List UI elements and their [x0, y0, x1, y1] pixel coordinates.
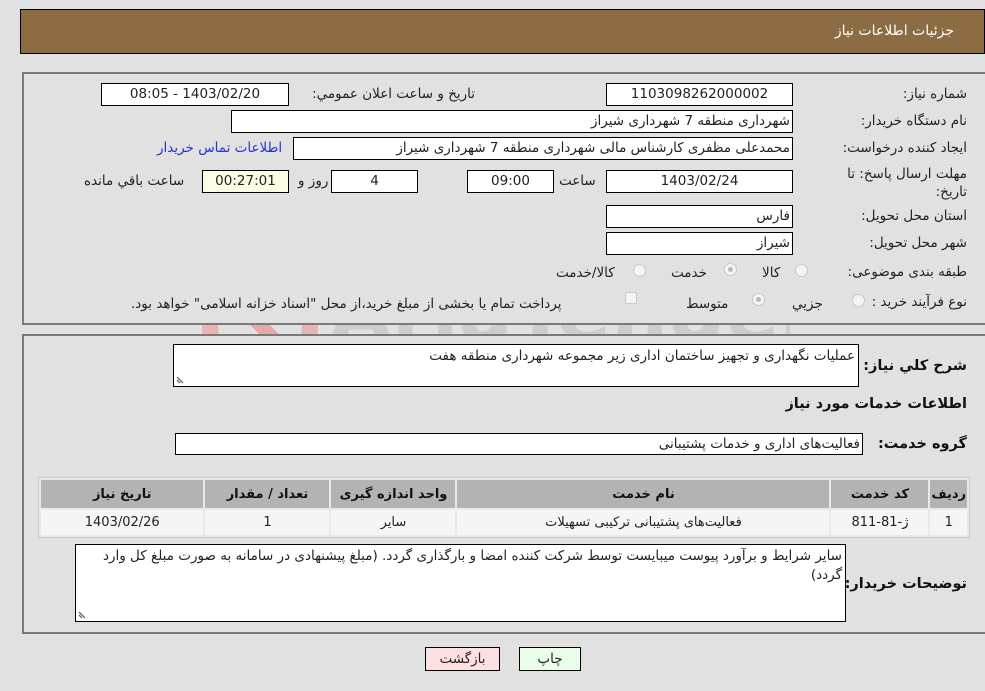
buyer-notes-label: توضیحات خریدار: — [844, 576, 967, 592]
cell-service-code: ژ-81-811 — [831, 510, 929, 535]
deadline-time-label: ساعت — [559, 173, 596, 189]
category-radio-service[interactable] — [724, 263, 737, 276]
city-label: شهر محل تحویل: — [869, 235, 967, 251]
col-header-service-code: کد خدمت — [831, 480, 929, 508]
service-group-field: فعالیت‌های اداری و خدمات پشتیبانی — [175, 433, 863, 455]
category-option-service: خدمت — [671, 265, 707, 281]
deadline-date-field: 1403/02/24 — [606, 170, 793, 193]
buyer-contact-link[interactable]: اطلاعات تماس خریدار — [157, 140, 282, 156]
cell-row-number: 1 — [930, 510, 967, 535]
announce-datetime-field: 1403/02/20 - 08:05 — [101, 83, 289, 106]
table-header-row: ردیف کد خدمت نام خدمت واحد اندازه گیری ت… — [41, 480, 967, 508]
print-button[interactable]: چاپ — [519, 647, 581, 671]
buyer-notes-textarea[interactable]: سایر شرایط و برآورد پیوست میبایست توسط ش… — [75, 544, 846, 622]
need-number-field: 1103098262000002 — [606, 83, 793, 106]
cell-quantity: 1 — [205, 510, 330, 535]
description-label: شرح کلي نياز: — [863, 358, 967, 374]
category-radio-goods-service[interactable] — [633, 264, 646, 277]
treasury-checkbox[interactable] — [625, 292, 637, 304]
description-textarea[interactable]: عملیات نگهداری و تجهیز ساختمان اداری زیر… — [173, 344, 859, 387]
services-table: ردیف کد خدمت نام خدمت واحد اندازه گیری ت… — [38, 477, 970, 538]
cell-service-name: فعالیت‌های پشتیبانی ترکیبی تسهیلات — [457, 510, 830, 535]
days-remaining-field: 4 — [331, 170, 418, 193]
category-option-goods: کالا — [762, 265, 781, 281]
deadline-time-field: 09:00 — [467, 170, 554, 193]
province-label: استان محل تحویل: — [861, 208, 967, 224]
back-button[interactable]: بازگشت — [425, 647, 500, 671]
cell-unit: سایر — [331, 510, 456, 535]
col-header-quantity: تعداد / مقدار — [205, 480, 330, 508]
category-label: طبقه بندی موضوعی: — [847, 264, 967, 280]
resize-grip-icon[interactable] — [176, 374, 186, 384]
cell-need-date: 1403/02/26 — [41, 510, 204, 535]
days-label: روز و — [298, 173, 329, 189]
col-header-service-name: نام خدمت — [457, 480, 830, 508]
resize-grip-icon[interactable] — [78, 609, 88, 619]
buyer-notes-text: سایر شرایط و برآورد پیوست میبایست توسط ش… — [102, 548, 842, 583]
purchase-type-option-minor: جزيي — [792, 296, 823, 312]
buyer-org-field: شهرداری منطقه 7 شهرداری شیراز — [231, 110, 793, 133]
page-header: جزئیات اطلاعات نیاز — [20, 9, 985, 54]
table-row: 1 ژ-81-811 فعالیت‌های پشتیبانی ترکیبی تس… — [41, 510, 967, 535]
time-remaining-label: ساعت باقي مانده — [84, 173, 185, 189]
buyer-org-label: نام دستگاه خريدار: — [860, 113, 967, 129]
purchase-type-option-medium: متوسط — [686, 296, 729, 312]
province-field: فارس — [606, 205, 793, 228]
creator-label: ایجاد کننده درخواست: — [842, 140, 967, 156]
category-radio-goods[interactable] — [795, 264, 808, 277]
treasury-note: پرداخت تمام یا بخشی از مبلغ خرید،از محل … — [131, 296, 562, 312]
deadline-label: مهلت ارسال پاسخ: تا تاریخ: — [847, 166, 967, 200]
purchase-type-radio-medium[interactable] — [752, 293, 765, 306]
need-number-label: شماره نیاز: — [902, 86, 967, 102]
time-remaining-field: 00:27:01 — [202, 170, 289, 193]
purchase-type-radio-minor[interactable] — [852, 294, 865, 307]
col-header-unit: واحد اندازه گیری — [331, 480, 456, 508]
announce-datetime-label: تاریخ و ساعت اعلان عمومي: — [312, 86, 475, 102]
service-group-label: گروه خدمت: — [877, 436, 967, 452]
page-title: جزئیات اطلاعات نیاز — [834, 23, 954, 39]
description-text: عملیات نگهداری و تجهیز ساختمان اداری زیر… — [429, 348, 855, 364]
col-header-need-date: تاریخ نیاز — [41, 480, 204, 508]
purchase-type-label: نوع فرآیند خرید : — [871, 294, 967, 310]
col-header-row-number: ردیف — [930, 480, 967, 508]
city-field: شیراز — [606, 232, 793, 255]
category-option-goods-service: کالا/خدمت — [556, 265, 615, 281]
creator-field: محمدعلی مظفری کارشناس مالی شهرداری منطقه… — [293, 137, 793, 160]
services-section-title: اطلاعات خدمات مورد نیاز — [785, 396, 967, 412]
